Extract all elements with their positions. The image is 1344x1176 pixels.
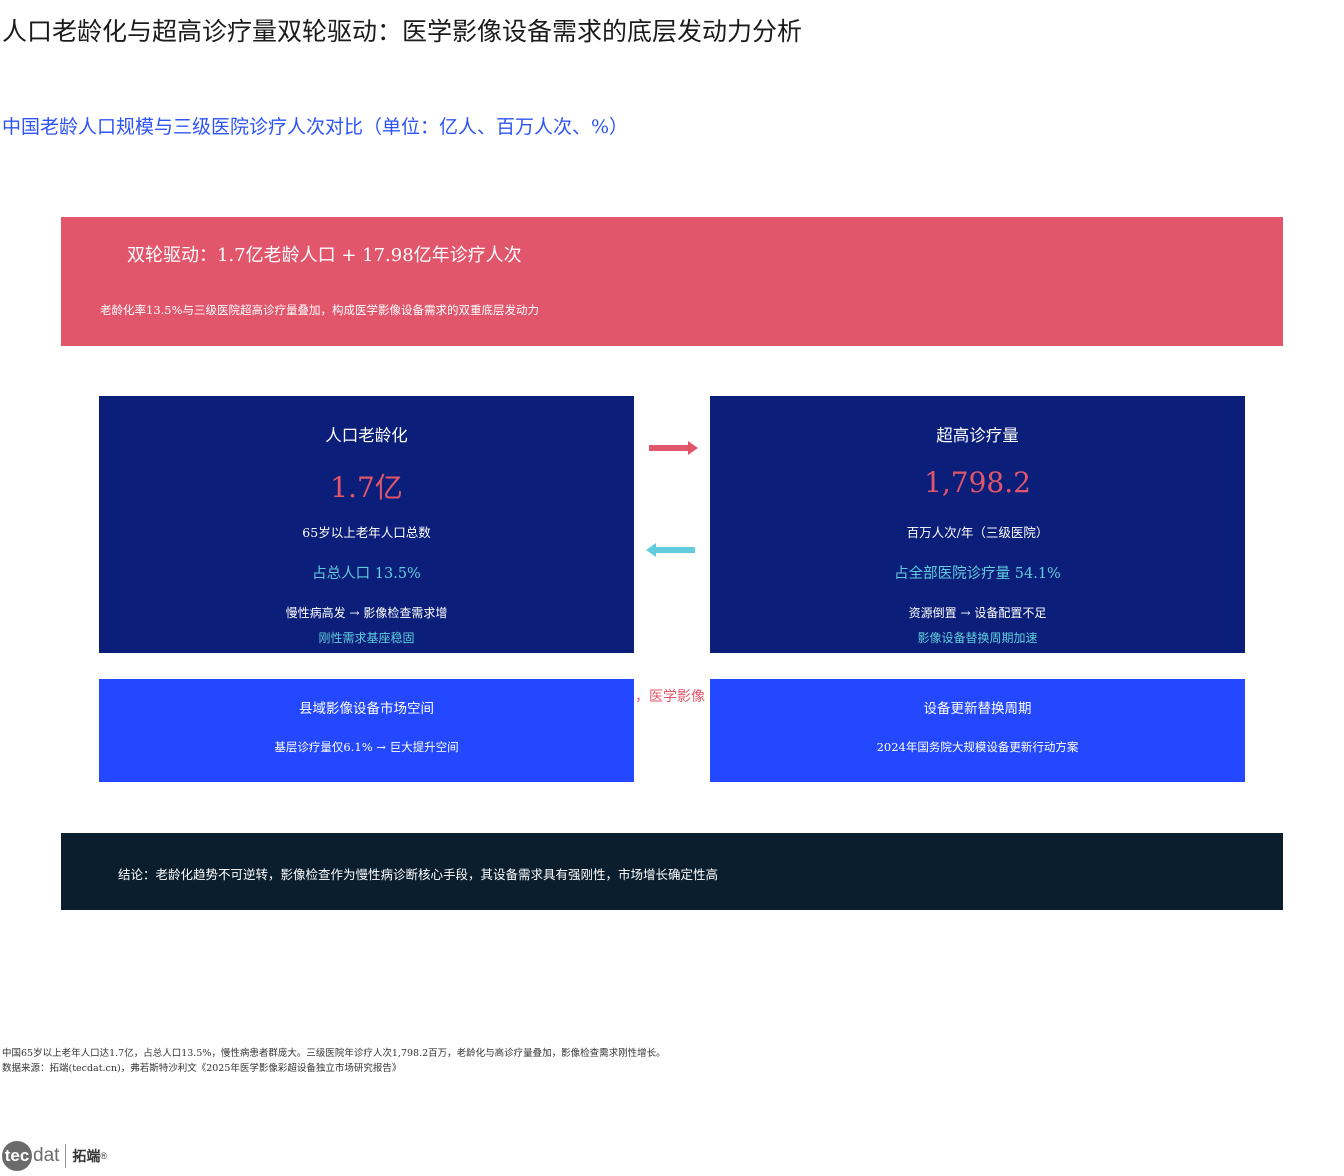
logo-mark: tec: [2, 1141, 32, 1171]
card-value: 1.7亿: [330, 471, 403, 504]
card-value: 1,798.2: [924, 466, 1031, 499]
box-replacement-cycle: 设备更新替换周期 2024年国务院大规模设备更新行动方案: [710, 679, 1245, 782]
card-description: 百万人次/年（三级医院）: [906, 525, 1049, 540]
brand-logo: tec dat 拓端 ®: [2, 1140, 107, 1172]
card-description: 65岁以上老年人口总数: [302, 525, 431, 540]
card-note: 刚性需求基座稳固: [318, 631, 415, 645]
logo-chinese-name: 拓端: [72, 1148, 101, 1164]
card-note: 影像设备替换周期加速: [917, 631, 1038, 645]
conclusion-text: 结论：老龄化趋势不可逆转，影像检查作为慢性病诊断核心手段，其设备需求具有强刚性，…: [118, 867, 719, 882]
logo-wordmark: dat: [33, 1145, 60, 1166]
banner-headline: 双轮驱动：1.7亿老龄人口 + 17.98亿年诊疗人次: [127, 245, 522, 266]
card-causal-chain: 慢性病高发 → 影像检查需求增: [285, 606, 448, 620]
box-description: 基层诊疗量仅6.1% → 巨大提升空间: [274, 740, 459, 754]
page-subtitle: 中国老龄人口规模与三级医院诊疗人次对比（单位：亿人、百万人次、%）: [2, 116, 629, 138]
arrow-left-icon: [646, 543, 695, 557]
box-county-market: 县域影像设备市场空间 基层诊疗量仅6.1% → 巨大提升空间: [99, 679, 634, 782]
connector-text: ，医学影像: [635, 689, 705, 705]
card-share: 占总人口 13.5%: [312, 566, 421, 582]
card-title: 超高诊疗量: [936, 426, 1019, 445]
card-share: 占全部医院诊疗量 54.1%: [894, 566, 1061, 582]
card-visit-volume: 超高诊疗量 1,798.2 百万人次/年（三级医院） 占全部医院诊疗量 54.1…: [710, 396, 1245, 653]
page-title: 人口老龄化与超高诊疗量双轮驱动：医学影像设备需求的底层发动力分析: [2, 17, 803, 46]
registered-mark: ®: [100, 1151, 108, 1161]
conclusion-bar: 结论：老龄化趋势不可逆转，影像检查作为慢性病诊断核心手段，其设备需求具有强刚性，…: [61, 833, 1283, 910]
card-aging-population: 人口老龄化 1.7亿 65岁以上老年人口总数 占总人口 13.5% 慢性病高发 …: [99, 396, 634, 653]
headline-banner: 双轮驱动：1.7亿老龄人口 + 17.98亿年诊疗人次 老龄化率13.5%与三级…: [61, 217, 1283, 346]
footnote: 中国65岁以上老年人口达1.7亿，占总人口13.5%，慢性病患者群庞大。三级医院…: [2, 1048, 666, 1059]
banner-subtext: 老龄化率13.5%与三级医院超高诊疗量叠加，构成医学影像设备需求的双重底层发动力: [100, 303, 540, 317]
data-source: 数据来源：拓端(tecdat.cn)，弗若斯特沙利文《2025年医学影像彩超设备…: [2, 1063, 402, 1074]
card-causal-chain: 资源倒置 → 设备配置不足: [908, 606, 1047, 620]
card-title: 人口老龄化: [325, 426, 408, 445]
logo-divider: [65, 1144, 67, 1168]
box-title: 设备更新替换周期: [923, 701, 1032, 717]
arrow-right-icon: [649, 441, 698, 455]
box-description: 2024年国务院大规模设备更新行动方案: [876, 740, 1079, 754]
box-title: 县域影像设备市场空间: [299, 701, 434, 717]
